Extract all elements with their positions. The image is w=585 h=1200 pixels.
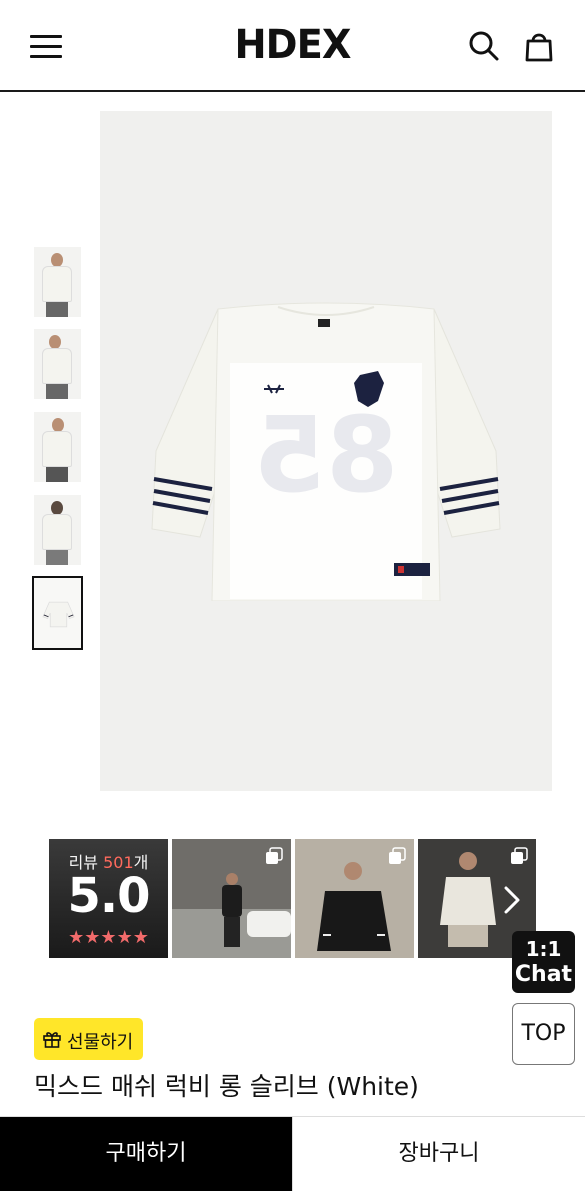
- chevron-right-icon[interactable]: [499, 880, 525, 920]
- bottom-action-bar: 구매하기 장바구니: [0, 1116, 585, 1191]
- product-thumbnail-4[interactable]: [34, 495, 81, 565]
- chat-button[interactable]: 1:1 Chat: [512, 931, 575, 993]
- shopping-bag-icon[interactable]: [521, 28, 557, 64]
- product-thumbnail-1[interactable]: [34, 247, 81, 317]
- scroll-top-button[interactable]: TOP: [512, 1003, 575, 1065]
- multi-photo-icon: [511, 847, 528, 864]
- review-score: 5.0: [67, 868, 150, 924]
- chat-label-line1: 1:1: [525, 937, 562, 961]
- top-header: HDEX: [0, 0, 585, 92]
- buy-button[interactable]: 구매하기: [0, 1117, 292, 1191]
- product-thumbnail-5[interactable]: [32, 576, 83, 650]
- jersey-illustration: 85: [151, 302, 501, 601]
- gift-button[interactable]: 선물하기: [34, 1018, 143, 1060]
- jersey-number: 85: [254, 394, 399, 516]
- gift-icon: [43, 1032, 61, 1048]
- product-thumbnail-3[interactable]: [34, 412, 81, 482]
- review-photo-1[interactable]: [172, 839, 291, 958]
- review-summary-card[interactable]: 리뷰 501개 5.0 ★★★★★: [49, 839, 168, 958]
- scroll-top-label: TOP: [521, 1021, 566, 1046]
- chat-label-line2: Chat: [514, 962, 573, 987]
- main-product-image[interactable]: 85: [100, 111, 552, 791]
- multi-photo-icon: [389, 847, 406, 864]
- multi-photo-icon: [266, 847, 283, 864]
- search-icon[interactable]: [466, 28, 502, 64]
- add-to-cart-button[interactable]: 장바구니: [292, 1117, 585, 1191]
- product-thumbnail-2[interactable]: [34, 329, 81, 399]
- review-photo-2[interactable]: [295, 839, 414, 958]
- review-stars: ★★★★★: [68, 927, 149, 948]
- product-title: 믹스드 매쉬 럭비 롱 슬리브 (White): [34, 1072, 419, 1101]
- gift-label: 선물하기: [67, 1032, 134, 1053]
